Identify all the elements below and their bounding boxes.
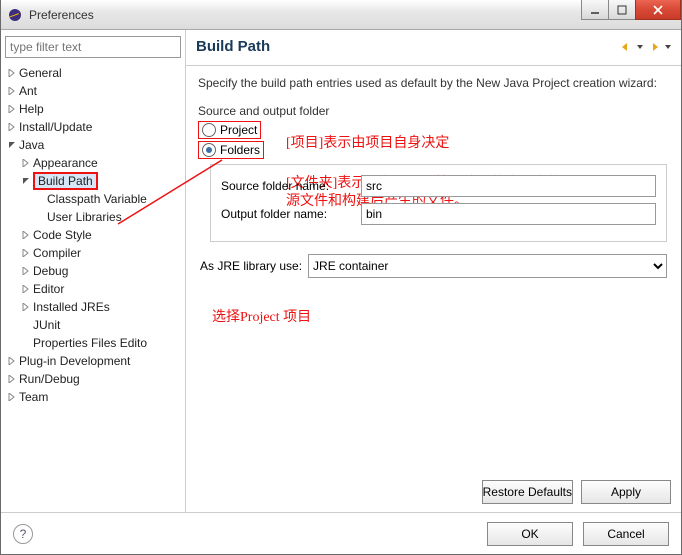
tree-label: Build Path (33, 174, 98, 188)
filter-input[interactable] (5, 36, 181, 58)
tree-item[interactable]: Help (5, 100, 181, 118)
tree-label: Help (19, 102, 44, 116)
output-folder-input[interactable] (361, 203, 656, 225)
page-body: Specify the build path entries used as d… (186, 66, 681, 512)
tree-item[interactable]: Plug-in Development (5, 352, 181, 370)
close-button[interactable] (635, 0, 681, 20)
back-icon[interactable] (619, 41, 633, 53)
help-icon[interactable]: ? (13, 524, 33, 544)
tree-label: Compiler (33, 246, 81, 260)
page-description: Specify the build path entries used as d… (186, 66, 681, 98)
maximize-button[interactable] (608, 0, 636, 20)
radio-folders-label: Folders (220, 143, 260, 157)
tree-item[interactable]: Debug (19, 262, 181, 280)
tree-label: Plug-in Development (19, 354, 130, 368)
tree-item[interactable]: Install/Update (5, 118, 181, 136)
tree-label: Appearance (33, 156, 98, 170)
radio-folders[interactable] (202, 143, 216, 157)
tree-item[interactable]: Build Path (19, 172, 181, 190)
tree-item[interactable]: Run/Debug (5, 370, 181, 388)
window-title: Preferences (29, 8, 94, 22)
forward-icon[interactable] (647, 41, 661, 53)
content-area: Build Path Specify the build path entrie… (186, 30, 681, 512)
tree-item[interactable]: JUnit (19, 316, 181, 334)
minimize-button[interactable] (581, 0, 609, 20)
tree-item[interactable]: Installed JREs (19, 298, 181, 316)
tree-label: User Libraries (47, 210, 122, 224)
tree-label: Install/Update (19, 120, 92, 134)
titlebar: Preferences (1, 0, 681, 30)
ok-button[interactable]: OK (487, 522, 573, 546)
folder-fields: Source folder name: Output folder name: (210, 164, 667, 242)
source-folder-input[interactable] (361, 175, 656, 197)
tree-item[interactable]: Classpath Variable (33, 190, 181, 208)
radio-project-label: Project (220, 123, 257, 137)
tree-item[interactable]: Team (5, 388, 181, 406)
tree-label: Team (19, 390, 48, 404)
tree-label: Java (19, 138, 44, 152)
source-folder-label: Source folder name: (221, 179, 361, 193)
jre-label: As JRE library use: (200, 259, 302, 273)
body: General Ant Help Install/Update Java Appearan… (1, 30, 681, 512)
page-title: Build Path (196, 38, 270, 55)
preferences-window: Preferences General Ant Help Install/Update… (0, 0, 682, 555)
header-nav (619, 41, 671, 53)
tree-label: Code Style (33, 228, 92, 242)
annotation-project: [项目]表示由项目自身决定 (286, 132, 449, 152)
tree-item[interactable]: User Libraries (33, 208, 181, 226)
tree-item[interactable]: Appearance (19, 154, 181, 172)
tree-label: Properties Files Edito (33, 336, 147, 350)
tree-label: Classpath Variable (47, 192, 147, 206)
tree-item[interactable]: Java (5, 136, 181, 154)
sidebar: General Ant Help Install/Update Java Appearan… (1, 30, 186, 512)
source-output-label: Source and output folder (186, 98, 681, 120)
jre-select[interactable]: JRE container (308, 254, 667, 278)
annotation-select: 选择Project 项目 (212, 306, 311, 326)
tree-item[interactable]: Ant (5, 82, 181, 100)
app-icon (7, 7, 23, 23)
tree-label: Installed JREs (33, 300, 110, 314)
restore-defaults-button[interactable]: Restore Defaults (482, 480, 573, 504)
tree-item[interactable]: General (5, 64, 181, 82)
jre-row: As JRE library use: JRE container (186, 252, 681, 280)
tree-label: JUnit (33, 318, 60, 332)
output-folder-label: Output folder name: (221, 207, 361, 221)
tree-item[interactable]: Properties Files Edito (19, 334, 181, 352)
preference-tree[interactable]: General Ant Help Install/Update Java Appearan… (5, 64, 181, 406)
tree-label: Run/Debug (19, 372, 80, 386)
tree-label: Ant (19, 84, 37, 98)
window-controls (582, 0, 681, 20)
page-header: Build Path (186, 30, 681, 66)
tree-label: Editor (33, 282, 64, 296)
tree-item[interactable]: Code Style (19, 226, 181, 244)
tree-item[interactable]: Editor (19, 280, 181, 298)
tree-item[interactable]: Compiler (19, 244, 181, 262)
forward-menu-icon[interactable] (665, 41, 671, 53)
back-menu-icon[interactable] (637, 41, 643, 53)
radio-project[interactable] (202, 123, 216, 137)
footer: ? OK Cancel (1, 512, 681, 554)
tree-label: General (19, 66, 62, 80)
apply-button[interactable]: Apply (581, 480, 671, 504)
tree-label: Debug (33, 264, 68, 278)
cancel-button[interactable]: Cancel (583, 522, 669, 546)
